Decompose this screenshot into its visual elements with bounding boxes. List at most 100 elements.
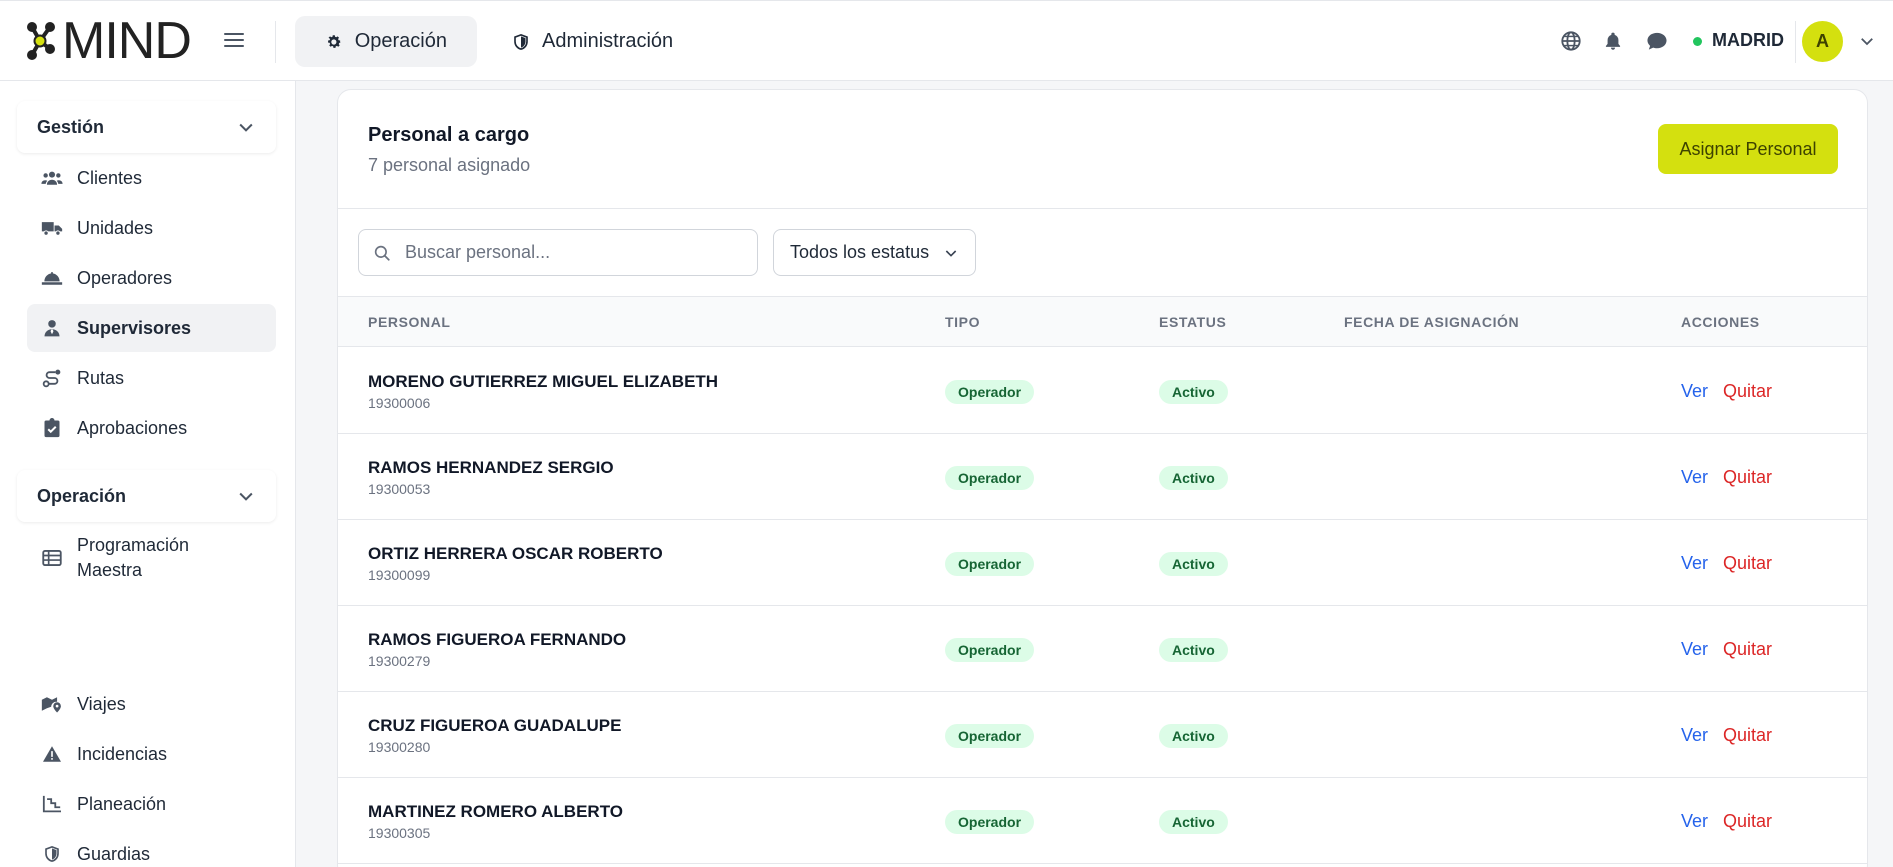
table-list-icon [41,547,63,569]
view-link[interactable]: Ver [1681,553,1708,574]
sidebar-group-title: Gestión [37,116,105,137]
status-badge: Activo [1159,466,1228,490]
location-label[interactable]: MADRID [1712,30,1784,51]
tab-administracion[interactable]: Administración [482,16,703,67]
personal-id: 19300006 [368,395,431,411]
sidebar-group-title: Operación [37,485,127,506]
location-status-dot [1693,37,1702,46]
table-row: ORTIZ HERRERA OSCAR ROBERTO 19300099 Ope… [338,520,1867,606]
sidebar-item-label: Planeación [77,793,167,814]
logo[interactable]: MIND [24,12,192,70]
remove-link[interactable]: Quitar [1723,381,1772,402]
view-link[interactable]: Ver [1681,381,1708,402]
personal-id: 19300305 [368,825,431,841]
sidebar-item-supervisores[interactable]: Supervisores [27,304,276,352]
table-row: CRUZ FIGUEROA GUADALUPE 19300280 Operado… [338,692,1867,778]
remove-link[interactable]: Quitar [1723,467,1772,488]
sidebar-item-planeacion[interactable]: Planeación [27,780,276,828]
bell-icon[interactable] [1601,29,1625,53]
logo-text: MIND [62,12,192,70]
divider [275,21,276,63]
chevron-down-icon [239,492,253,501]
tab-operacion[interactable]: Operación [295,16,477,67]
sidebar-item-label: Incidencias [77,743,168,764]
remove-link[interactable]: Quitar [1723,811,1772,832]
sidebar-item-label: Operadores [77,267,173,288]
sidebar-item-label: Aprobaciones [77,417,188,438]
status-badge: Activo [1159,638,1228,662]
column-header-personal: PERSONAL [368,314,451,330]
tipo-badge: Operador [945,466,1035,490]
remove-link[interactable]: Quitar [1723,639,1772,660]
personal-id: 19300280 [368,739,431,755]
sidebar-item-guardias[interactable]: Guardias [27,830,276,867]
chevron-down-icon [945,249,957,257]
personal-id: 19300099 [368,567,431,583]
sidebar-group-gestion[interactable]: Gestión [17,101,276,153]
table-row: MARTINEZ ROMERO ALBERTO 19300305 Operado… [338,778,1867,864]
page-subtitle: 7 personal asignado [368,155,531,175]
sidebar-group-operacion[interactable]: Operación [17,470,276,522]
status-filter-select[interactable]: Todos los estatus [773,229,976,276]
chevron-down-icon[interactable] [1858,32,1876,55]
page-title: Personal a cargo [368,124,530,146]
search-input[interactable] [405,242,735,263]
route-icon [41,367,63,389]
logo-molecule-icon [27,22,55,60]
gear-icon [328,34,341,48]
view-link[interactable]: Ver [1681,811,1708,832]
clipboard-check-icon [41,417,63,439]
assign-personal-button[interactable]: Asignar Personal [1658,124,1838,174]
sidebar-item-label: Supervisores [77,317,192,338]
warning-icon [41,743,63,765]
status-badge: Activo [1159,724,1228,748]
sidebar-item-operadores[interactable]: Operadores [27,254,276,302]
sidebar-item-label: Guardias [77,843,151,864]
search-box[interactable] [358,229,758,276]
avatar[interactable]: A [1802,21,1843,62]
table-row: RAMOS HERNANDEZ SERGIO 19300053 Operador… [338,434,1867,520]
sidebar-item-aprobaciones[interactable]: Aprobaciones [27,404,276,452]
sidebar-item-clientes[interactable]: Clientes [27,154,276,202]
map-pin-icon [41,693,63,715]
truck-icon [41,217,63,239]
sidebar-item-programacion-maestra[interactable]: Programación Maestra [27,527,276,589]
sidebar-item-label: Unidades [77,217,154,238]
tipo-badge: Operador [945,724,1035,748]
chevron-down-icon [239,123,253,132]
chart-steps-icon [41,793,63,815]
remove-link[interactable]: Quitar [1723,553,1772,574]
personal-name: ORTIZ HERRERA OSCAR ROBERTO [368,544,663,563]
sidebar-item-incidencias[interactable]: Incidencias [27,730,276,778]
menu-toggle-icon[interactable] [222,29,246,53]
personal-name: CRUZ FIGUEROA GUADALUPE [368,716,622,735]
users-icon [41,167,63,189]
user-tie-icon [41,317,63,339]
status-badge: Activo [1159,552,1228,576]
remove-link[interactable]: Quitar [1723,725,1772,746]
top-bar: MIND Operación Administración MADRID A [0,0,1893,81]
personal-id: 19300053 [368,481,431,497]
column-header-estatus: ESTATUS [1159,314,1227,330]
divider [338,208,1867,209]
sidebar-item-rutas[interactable]: Rutas [27,354,276,402]
sidebar-item-label: Rutas [77,367,125,388]
status-filter-value: Todos los estatus [790,242,930,262]
personal-card: Personal a cargo 7 personal asignado Asi… [337,89,1868,867]
status-badge: Activo [1159,380,1228,404]
table-row: MORENO GUTIERREZ MIGUEL ELIZABETH 193000… [338,348,1867,434]
sidebar-item-unidades[interactable]: Unidades [27,204,276,252]
column-header-fecha: FECHA DE ASIGNACIÓN [1344,314,1520,330]
sidebar-item-label: Programación Maestra [77,535,190,580]
sidebar-item-label: Viajes [77,693,126,714]
view-link[interactable]: Ver [1681,467,1708,488]
table-header: PERSONAL TIPO ESTATUS FECHA DE ASIGNACIÓ… [338,296,1867,347]
globe-icon[interactable] [1559,29,1583,53]
personal-name: MORENO GUTIERREZ MIGUEL ELIZABETH [368,372,719,391]
column-header-acciones: ACCIONES [1681,314,1760,330]
view-link[interactable]: Ver [1681,639,1708,660]
view-link[interactable]: Ver [1681,725,1708,746]
sidebar-item-viajes[interactable]: Viajes [27,680,276,728]
sidebar-item-label: Clientes [77,167,143,188]
chat-icon[interactable] [1645,29,1669,53]
